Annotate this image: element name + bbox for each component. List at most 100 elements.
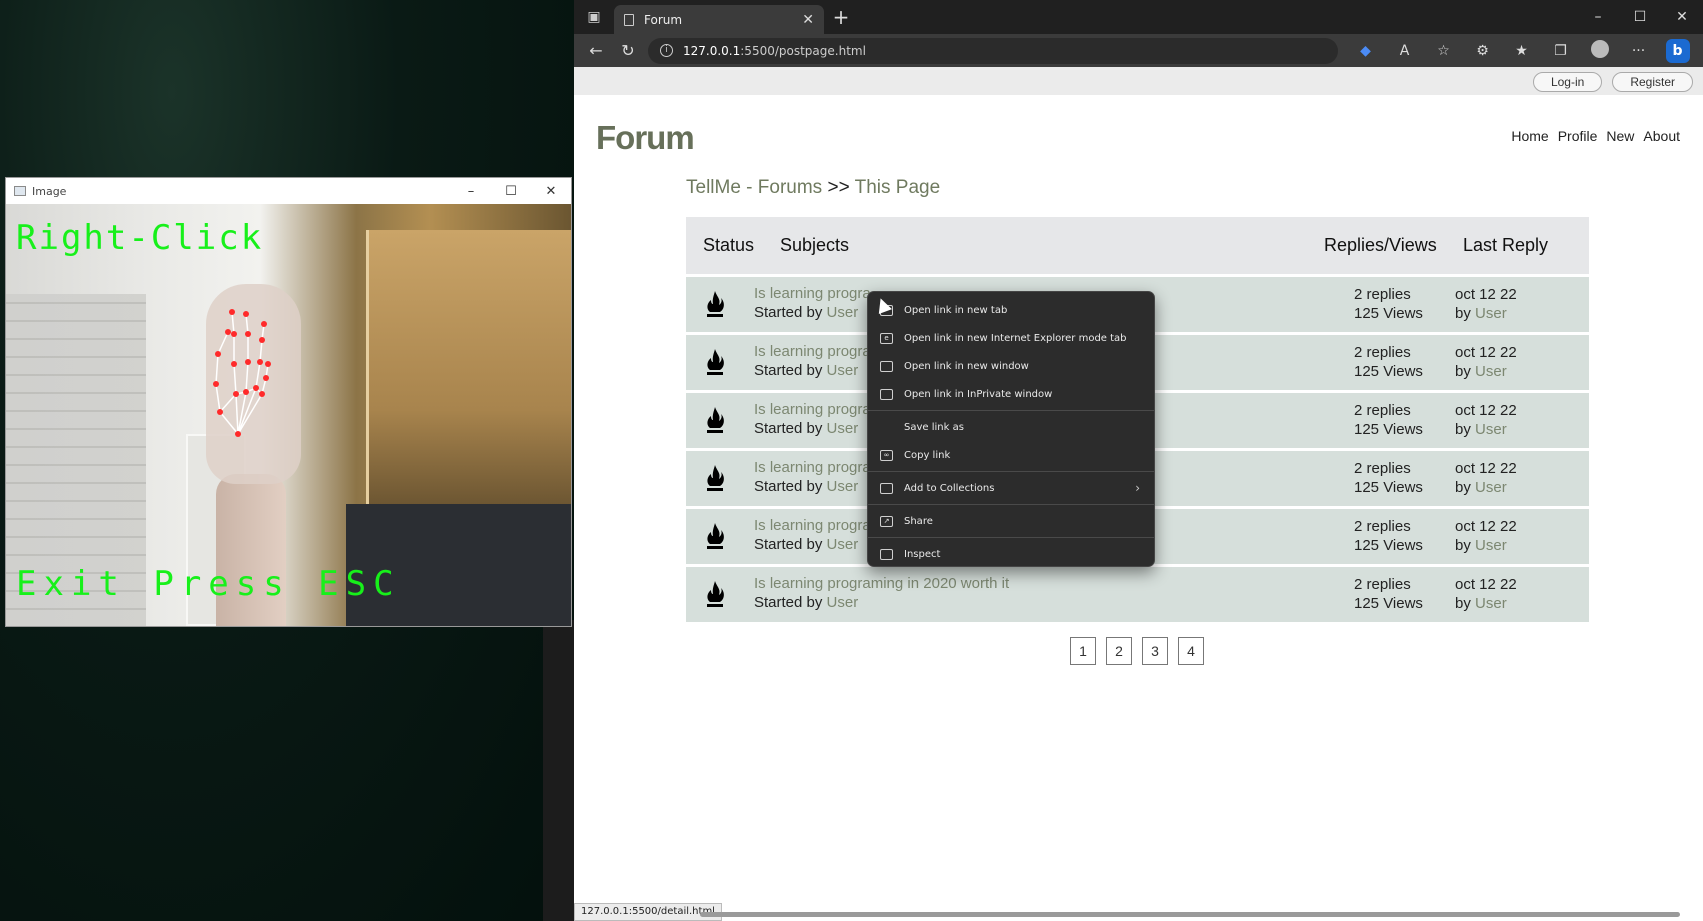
flame-icon <box>707 523 724 549</box>
collections-icon <box>880 482 893 494</box>
author-link[interactable]: User <box>827 478 859 495</box>
flame-icon <box>707 465 724 491</box>
camera-window-titlebar[interactable]: Image – ☐ ✕ <box>6 178 571 204</box>
header-status: Status <box>703 235 755 255</box>
last-reply-user[interactable]: User <box>1475 537 1507 554</box>
page-3-button[interactable]: 3 <box>1142 637 1168 665</box>
tag-icon[interactable]: ◆ <box>1346 43 1385 59</box>
menu-share[interactable]: ↗ Share <box>868 507 1154 535</box>
started-prefix: Started by <box>754 362 827 379</box>
table-header: Status Subjects Replies/Views Last Reply <box>686 217 1589 274</box>
close-window-icon[interactable]: ✕ <box>1661 9 1703 25</box>
breadcrumb-current[interactable]: This Page <box>855 177 941 198</box>
maximize-icon[interactable]: ☐ <box>1619 9 1661 25</box>
profile-icon[interactable] <box>1580 39 1619 62</box>
last-reply-date: oct 12 22 <box>1455 286 1517 303</box>
tab-forum[interactable]: Forum ✕ <box>614 5 824 34</box>
last-reply-user[interactable]: User <box>1475 595 1507 612</box>
last-reply-user[interactable]: User <box>1475 421 1507 438</box>
nav-home[interactable]: Home <box>1511 128 1548 144</box>
read-aloud-icon[interactable]: A <box>1385 43 1424 59</box>
page-2-button[interactable]: 2 <box>1106 637 1132 665</box>
last-reply-user[interactable]: User <box>1475 479 1507 496</box>
replies-views: 2 replies 125 Views <box>1354 343 1423 381</box>
bing-icon[interactable]: b <box>1658 38 1697 63</box>
workspaces-icon[interactable]: ▣ <box>574 0 614 34</box>
breadcrumb-separator: >> <box>827 177 850 198</box>
breadcrumb-root[interactable]: TellMe - Forums <box>686 177 822 198</box>
page-4-button[interactable]: 4 <box>1178 637 1204 665</box>
replies-views: 2 replies 125 Views <box>1354 285 1423 323</box>
url-path: :5500/postpage.html <box>740 43 866 58</box>
login-button[interactable]: Log-in <box>1532 72 1603 92</box>
background-window-edge <box>543 620 574 921</box>
menu-inspect[interactable]: Inspect <box>868 540 1154 568</box>
author-link[interactable]: User <box>827 362 859 379</box>
table-row[interactable]: Is learning programing in 2020 worth it S… <box>686 567 1589 622</box>
menu-divider <box>868 410 1154 411</box>
menu-copy-link[interactable]: ∞ Copy link <box>868 441 1154 469</box>
nav-about[interactable]: About <box>1643 128 1680 144</box>
tab-bar: ▣ Forum ✕ + – ☐ ✕ <box>574 0 1703 34</box>
menu-open-inprivate[interactable]: Open link in InPrivate window <box>868 380 1154 408</box>
add-favorite-icon[interactable]: ☆ <box>1424 43 1463 59</box>
page-1-button[interactable]: 1 <box>1070 637 1096 665</box>
menu-label: Inspect <box>904 548 941 560</box>
last-reply-date: oct 12 22 <box>1455 460 1517 477</box>
last-reply-date: oct 12 22 <box>1455 518 1517 535</box>
replies-count: 2 replies <box>1354 286 1411 303</box>
menu-open-ie-mode[interactable]: e Open link in new Internet Explorer mode… <box>868 324 1154 352</box>
topic-link[interactable]: Is learning progra <box>754 459 871 476</box>
topic-link[interactable]: Is learning progra <box>754 285 871 302</box>
last-reply-user[interactable]: User <box>1475 305 1507 322</box>
topic-link[interactable]: Is learning progra <box>754 401 871 418</box>
favorites-icon[interactable]: ★ <box>1502 43 1541 59</box>
by-prefix: by <box>1455 595 1476 612</box>
last-reply-date: oct 12 22 <box>1455 576 1517 593</box>
minimize-button[interactable]: – <box>451 184 491 199</box>
inprivate-icon <box>880 388 893 400</box>
last-reply-user[interactable]: User <box>1475 363 1507 380</box>
started-prefix: Started by <box>754 304 827 321</box>
link-icon: ∞ <box>880 449 893 461</box>
started-prefix: Started by <box>754 420 827 437</box>
more-icon[interactable]: ··· <box>1619 43 1658 59</box>
menu-add-collections[interactable]: Add to Collections › <box>868 474 1154 502</box>
replies-count: 2 replies <box>1354 460 1411 477</box>
replies-views: 2 replies 125 Views <box>1354 459 1423 497</box>
topic-link[interactable]: Is learning progra <box>754 517 871 534</box>
started-by: Started by User <box>754 304 858 321</box>
nav-profile[interactable]: Profile <box>1558 128 1598 144</box>
views-count: 125 Views <box>1354 537 1423 554</box>
author-link[interactable]: User <box>827 304 859 321</box>
back-icon[interactable]: ← <box>580 41 612 60</box>
nav-new[interactable]: New <box>1606 128 1634 144</box>
author-link[interactable]: User <box>827 420 859 437</box>
menu-label: Open link in new window <box>904 360 1029 372</box>
horizontal-scrollbar[interactable] <box>700 912 1680 917</box>
minimize-icon[interactable]: – <box>1577 9 1619 25</box>
close-tab-icon[interactable]: ✕ <box>802 12 814 28</box>
chevron-right-icon: › <box>1135 481 1140 495</box>
by-prefix: by <box>1455 305 1476 322</box>
author-link[interactable]: User <box>827 536 859 553</box>
menu-open-new-tab[interactable]: Open link in new tab <box>868 296 1154 324</box>
register-button[interactable]: Register <box>1612 72 1693 92</box>
site-logo[interactable]: Forum <box>596 119 695 157</box>
extensions-icon[interactable]: ⚙ <box>1463 43 1502 59</box>
by-prefix: by <box>1455 421 1476 438</box>
inspect-icon <box>880 548 893 560</box>
maximize-button[interactable]: ☐ <box>491 184 531 199</box>
author-link[interactable]: User <box>827 594 859 611</box>
address-bar[interactable]: i 127.0.0.1:5500/postpage.html <box>648 37 1338 64</box>
topic-link[interactable]: Is learning progra <box>754 343 871 360</box>
topic-link[interactable]: Is learning programing in 2020 worth it <box>754 575 1009 592</box>
menu-save-link[interactable]: Save link as <box>868 413 1154 441</box>
site-info-icon[interactable]: i <box>660 44 673 57</box>
refresh-icon[interactable]: ↻ <box>612 41 644 60</box>
collections-icon[interactable]: ❐ <box>1541 43 1580 59</box>
menu-label: Add to Collections <box>904 482 995 494</box>
menu-open-new-window[interactable]: Open link in new window <box>868 352 1154 380</box>
new-tab-button[interactable]: + <box>824 5 858 29</box>
close-button[interactable]: ✕ <box>531 184 571 199</box>
